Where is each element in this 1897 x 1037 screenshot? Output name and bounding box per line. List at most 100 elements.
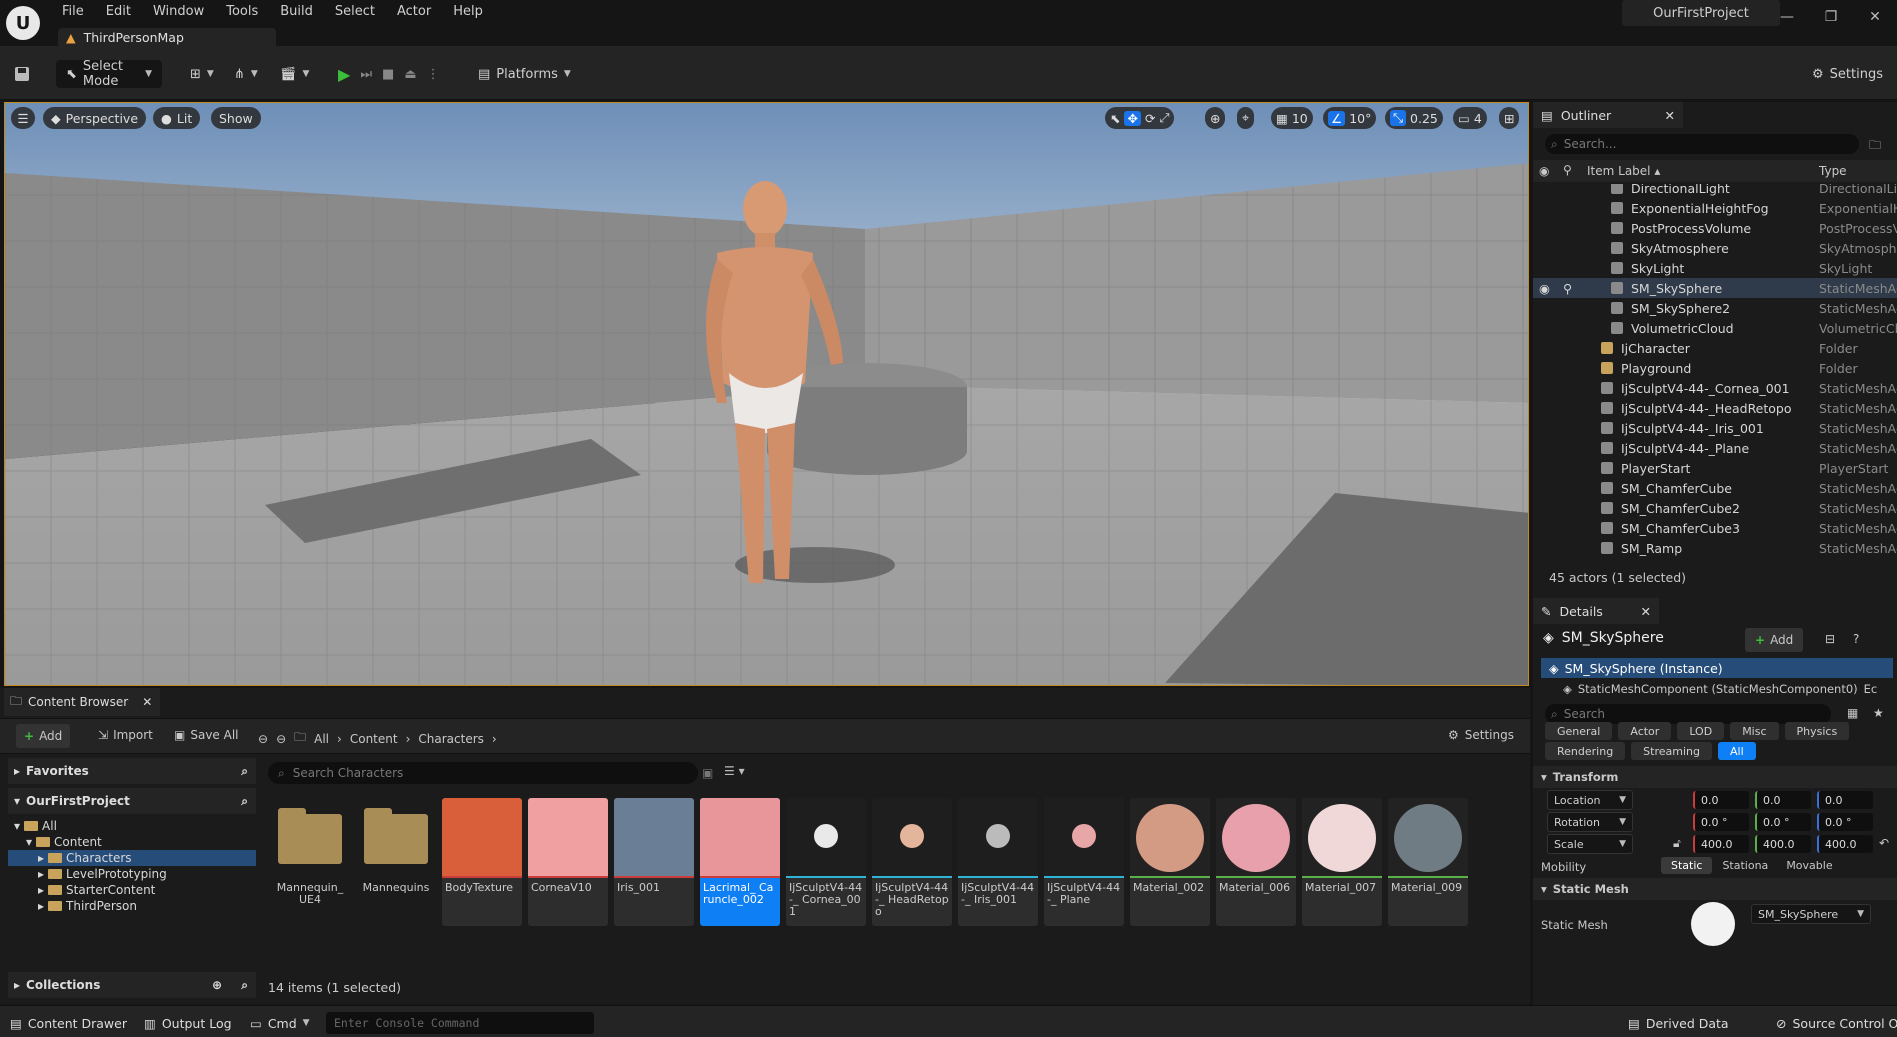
project-header[interactable]: ▾ OurFirstProject ⌕ bbox=[8, 788, 256, 814]
level-viewport[interactable]: ☰ ◆ Perspective ● Lit Show ⬉ ✥ ⟳ ⤢ ⊕ ⌖ ▦ 10… bbox=[4, 102, 1529, 686]
reset-icon[interactable]: ↶ bbox=[1879, 836, 1889, 850]
eye-icon[interactable]: ◉ bbox=[1539, 164, 1549, 178]
add-button[interactable]: + Add bbox=[16, 724, 71, 748]
content-browser-tab[interactable]: 🗀 Content Browser ✕ bbox=[4, 688, 160, 716]
menu-tools[interactable]: Tools bbox=[226, 4, 258, 19]
stop-icon[interactable]: ■ bbox=[382, 67, 394, 82]
breadcrumb-content[interactable]: Content bbox=[350, 732, 398, 746]
lock-icon[interactable]: 🔓︎ bbox=[1673, 836, 1681, 851]
console-input[interactable]: Enter Console Command bbox=[326, 1012, 594, 1034]
scale-dropdown[interactable]: Scale ▼ bbox=[1547, 834, 1633, 854]
outliner-row[interactable]: PlayerStart PlayerStart bbox=[1533, 458, 1897, 478]
outliner-row[interactable]: DirectionalLight DirectionalLig bbox=[1533, 184, 1897, 198]
outliner-row[interactable]: SkyAtmosphere SkyAtmosphe bbox=[1533, 238, 1897, 258]
location-y[interactable]: 0.0 bbox=[1755, 791, 1811, 809]
more-options-icon[interactable]: ⋮ bbox=[427, 67, 440, 82]
unreal-logo[interactable]: U bbox=[6, 6, 40, 40]
tree-item-all[interactable]: ▾ All bbox=[8, 818, 256, 834]
outliner-row[interactable]: ExponentialHeightFog ExponentialHe bbox=[1533, 198, 1897, 218]
select-mode-dropdown[interactable]: ⬉ Select Mode ▼ bbox=[56, 59, 162, 89]
search-icon[interactable]: ⌕ bbox=[241, 794, 248, 809]
play-icon[interactable]: ▶ bbox=[338, 65, 350, 84]
filter-rendering[interactable]: Rendering bbox=[1545, 742, 1626, 760]
outliner-row[interactable]: SM_SkySphere2 StaticMeshAc bbox=[1533, 298, 1897, 318]
save-all-button[interactable]: ▣ Save All bbox=[174, 728, 239, 742]
add-collection-icon[interactable]: ⊕ bbox=[212, 978, 222, 992]
folder-tile[interactable]: Mannequin_ UE4 bbox=[270, 798, 350, 926]
search-icon[interactable]: ⌕ bbox=[241, 764, 248, 779]
viewport-options-button[interactable]: ☰ bbox=[11, 107, 35, 129]
rotation-dropdown[interactable]: Rotation ▼ bbox=[1547, 812, 1633, 832]
asset-tile[interactable]: IjSculptV4-44-_ Cornea_001 bbox=[786, 798, 866, 926]
outliner-row[interactable]: SM_Ramp StaticMeshAc bbox=[1533, 538, 1897, 558]
grid-snap-button[interactable]: ▦ 10 bbox=[1271, 107, 1313, 129]
coordinate-system-button[interactable]: ⊕ bbox=[1205, 107, 1226, 129]
close-icon[interactable]: ✕ bbox=[1641, 604, 1651, 619]
asset-tile[interactable]: CorneaV10 bbox=[528, 798, 608, 926]
translate-tool-icon[interactable]: ✥ bbox=[1124, 110, 1141, 126]
import-button[interactable]: ⇲ Import bbox=[98, 728, 153, 742]
cmd-dropdown[interactable]: ▭ Cmd ▼ bbox=[250, 1012, 310, 1034]
derived-data-button[interactable]: ▤ Derived Data bbox=[1628, 1012, 1729, 1034]
details-tab[interactable]: ✎ Details ✕ bbox=[1533, 598, 1659, 624]
mobility-stationary[interactable]: Stationa bbox=[1714, 857, 1776, 874]
back-icon[interactable]: ⊖ bbox=[258, 732, 268, 746]
pin-icon[interactable]: ⚲ bbox=[1563, 281, 1572, 296]
outliner-row[interactable]: IjSculptV4-44-_Plane StaticMeshAc bbox=[1533, 438, 1897, 458]
menu-select[interactable]: Select bbox=[335, 4, 375, 19]
outliner-row[interactable]: SM_ChamferCube StaticMeshAc bbox=[1533, 478, 1897, 498]
asset-tile[interactable]: Material_002 bbox=[1130, 798, 1210, 926]
mobility-movable[interactable]: Movable bbox=[1778, 857, 1840, 874]
blueprint-button[interactable]: ⋔ ▼ bbox=[234, 60, 258, 88]
favorites-header[interactable]: ▸ Favorites ⌕ bbox=[8, 758, 256, 784]
asset-tile[interactable]: IjSculptV4-44-_ Iris_001 bbox=[958, 798, 1038, 926]
tree-item-startercontent[interactable]: ▸ StarterContent bbox=[8, 882, 256, 898]
add-folder-icon[interactable]: 🗀 bbox=[1869, 136, 1881, 157]
outliner-row[interactable]: IjSculptV4-44-_HeadRetopo StaticMeshAc bbox=[1533, 398, 1897, 418]
asset-tile[interactable]: BodyTexture bbox=[442, 798, 522, 926]
surface-snap-button[interactable]: ⌖ bbox=[1237, 107, 1255, 129]
breadcrumb-all[interactable]: All bbox=[314, 732, 329, 746]
tree-item-levelprototyping[interactable]: ▸ LevelPrototyping bbox=[8, 866, 256, 882]
location-dropdown[interactable]: Location ▼ bbox=[1547, 790, 1633, 810]
type-header[interactable]: Type bbox=[1819, 164, 1847, 178]
filter-icon[interactable]: ☰ ▾ bbox=[724, 764, 745, 778]
menu-help[interactable]: Help bbox=[453, 4, 483, 19]
settings-button[interactable]: ⚙ Settings bbox=[1812, 60, 1883, 88]
pin-icon[interactable]: ⚲ bbox=[1563, 163, 1572, 177]
asset-tile[interactable]: Material_009 bbox=[1388, 798, 1468, 926]
menu-edit[interactable]: Edit bbox=[106, 4, 131, 19]
menu-actor[interactable]: Actor bbox=[397, 4, 431, 19]
filter-lod[interactable]: LOD bbox=[1677, 722, 1725, 740]
cinematics-button[interactable]: 🎬︎ ▼ bbox=[280, 60, 309, 88]
transform-section[interactable]: ▾ Transform bbox=[1533, 766, 1897, 788]
minimize-icon[interactable]: — bbox=[1765, 0, 1809, 34]
select-tool-icon[interactable]: ⬉ bbox=[1110, 111, 1120, 126]
location-z[interactable]: 0.0 bbox=[1817, 791, 1873, 809]
save-icon[interactable] bbox=[14, 60, 30, 88]
scale-y[interactable]: 400.0 bbox=[1755, 835, 1811, 853]
details-add-button[interactable]: + Add bbox=[1745, 628, 1804, 652]
filter-streaming[interactable]: Streaming bbox=[1631, 742, 1712, 760]
rotation-snap-button[interactable]: ∠ 10° bbox=[1323, 107, 1377, 129]
outliner-row[interactable]: PostProcessVolume PostProcessV bbox=[1533, 218, 1897, 238]
camera-speed-button[interactable]: ▭ 4 bbox=[1453, 107, 1487, 129]
outliner-tab[interactable]: ▤ Outliner ✕ bbox=[1533, 102, 1683, 128]
outliner-row[interactable]: ◉ ⚲ SM_SkySphere StaticMeshAc bbox=[1533, 278, 1897, 298]
item-label-header[interactable]: Item Label ▴ bbox=[1587, 164, 1660, 178]
rotation-x[interactable]: 0.0 ° bbox=[1693, 813, 1749, 831]
forward-icon[interactable]: ⊖ bbox=[276, 732, 286, 746]
menu-window[interactable]: Window bbox=[153, 4, 204, 19]
show-button[interactable]: Show bbox=[211, 107, 261, 129]
outliner-row[interactable]: IjSculptV4-44-_Cornea_001 StaticMeshAc bbox=[1533, 378, 1897, 398]
component-instance[interactable]: ◈ SM_SkySphere (Instance) bbox=[1541, 658, 1893, 678]
eject-icon[interactable]: ⏏ bbox=[404, 67, 416, 82]
tree-item-content[interactable]: ▾ Content bbox=[8, 834, 256, 850]
filter-misc[interactable]: Misc bbox=[1730, 722, 1779, 740]
rotate-tool-icon[interactable]: ⟳ bbox=[1145, 111, 1155, 126]
component-row[interactable]: ◈ StaticMeshComponent (StaticMeshComponen… bbox=[1563, 680, 1897, 698]
close-icon[interactable]: ✕ bbox=[1853, 0, 1897, 34]
table-view-icon[interactable]: ▦ bbox=[1847, 706, 1858, 720]
help-icon[interactable]: ? bbox=[1853, 632, 1859, 646]
advance-frame-icon[interactable]: ⏭ bbox=[360, 67, 372, 82]
